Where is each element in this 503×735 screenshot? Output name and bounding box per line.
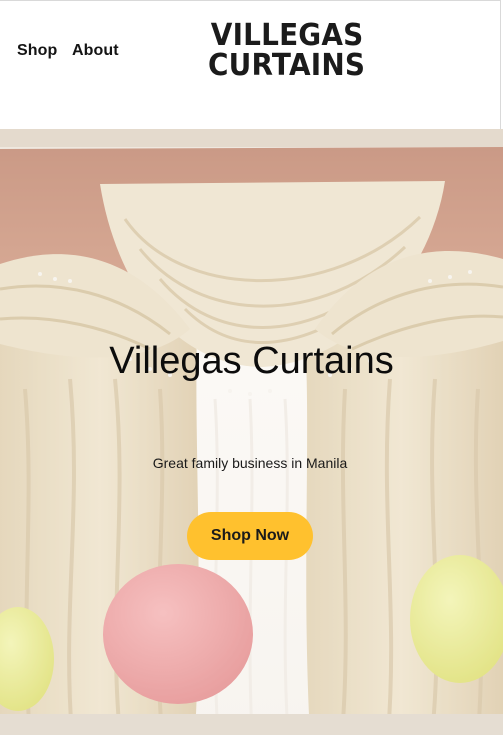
hero-overlay: [0, 129, 503, 735]
logo-line-2: CURTAINS: [208, 48, 366, 83]
hero-title: Villegas Curtains: [109, 340, 394, 382]
hero-subtitle: Great family business in Manila: [152, 455, 348, 471]
nav-link-shop[interactable]: Shop: [17, 42, 57, 60]
logo-line-1: VILLEGAS: [210, 18, 364, 53]
page: Shop About VILLEGAS CURTAINS Villegas Cu…: [0, 0, 503, 735]
hero-section: Villegas Curtains Great family business …: [0, 129, 503, 735]
nav-link-about[interactable]: About: [72, 42, 119, 60]
shop-now-button[interactable]: Shop Now: [187, 512, 313, 560]
site-header: Shop About VILLEGAS CURTAINS: [0, 0, 501, 129]
brand-logo[interactable]: VILLEGAS CURTAINS: [208, 21, 394, 85]
